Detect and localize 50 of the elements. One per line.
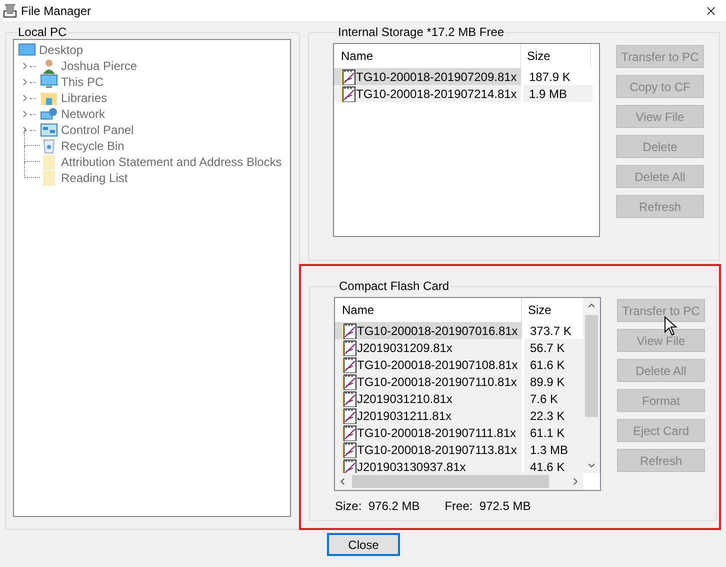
file-name: TG10-200018-201907016.81x <box>357 322 518 340</box>
scroll-thumb[interactable] <box>585 315 598 417</box>
file-name: J2019031209.81x <box>357 340 452 356</box>
folder-icon <box>40 90 58 106</box>
file-icon <box>341 322 357 338</box>
file-size: 22.3 K <box>524 407 583 424</box>
file-name: TG10-200018-201907214.81x <box>356 86 517 102</box>
file-size: 61.1 K <box>524 424 583 441</box>
file-icon <box>341 442 357 458</box>
folder-icon <box>40 154 58 170</box>
file-name: J2019031210.81x <box>357 390 452 408</box>
file-icon <box>341 356 357 372</box>
file-name: TG10-200018-201907108.81x <box>357 356 518 374</box>
column-header[interactable]: Size <box>522 298 583 322</box>
file-icon <box>341 458 357 474</box>
file-name: TG10-200018-201907111.81x <box>357 424 516 442</box>
file-name: TG10-200018-201907110.81x <box>357 374 517 390</box>
card-size: Size: 976.2 MB <box>335 498 420 515</box>
file-icon <box>341 424 357 440</box>
file-name: J201903130937.81x <box>357 458 466 476</box>
file-size: 61.6 K <box>524 356 583 373</box>
card-free-space: Free: 972.5 MB <box>444 498 531 515</box>
file-name: TG10-200018-201907113.81x <box>357 442 517 458</box>
file-icon <box>341 374 357 390</box>
user-icon <box>40 58 58 74</box>
file-icon <box>340 86 356 102</box>
group-title: Internal Storage *17.2 MB Free <box>337 25 506 39</box>
group-title: Compact Flash Card <box>338 279 450 293</box>
network-icon <box>40 106 58 122</box>
folder-icon <box>40 170 58 186</box>
file-size: 1.9 MB <box>523 85 593 102</box>
file-icon <box>340 68 356 84</box>
group-title: Local PC <box>17 25 68 39</box>
file-icon <box>341 390 357 406</box>
file-icon <box>341 340 357 356</box>
control-panel-icon <box>40 122 58 138</box>
file-icon <box>341 408 357 424</box>
file-size: 89.9 K <box>524 373 583 390</box>
cursor-icon <box>664 316 678 336</box>
app-icon <box>3 4 17 18</box>
file-size: 56.7 K <box>524 339 583 356</box>
file-name: TG10-200018-201907209.81x <box>356 68 517 86</box>
file-size: 1.3 MB <box>524 441 583 458</box>
desktop-icon <box>18 42 36 58</box>
scroll-thumb[interactable] <box>352 475 549 488</box>
monitor-icon <box>40 74 58 90</box>
window-title: File Manager <box>21 2 92 20</box>
file-name: J2019031211.81x <box>357 408 452 424</box>
close-button[interactable]: Close <box>327 533 400 556</box>
file-size: 7.6 K <box>524 390 583 407</box>
